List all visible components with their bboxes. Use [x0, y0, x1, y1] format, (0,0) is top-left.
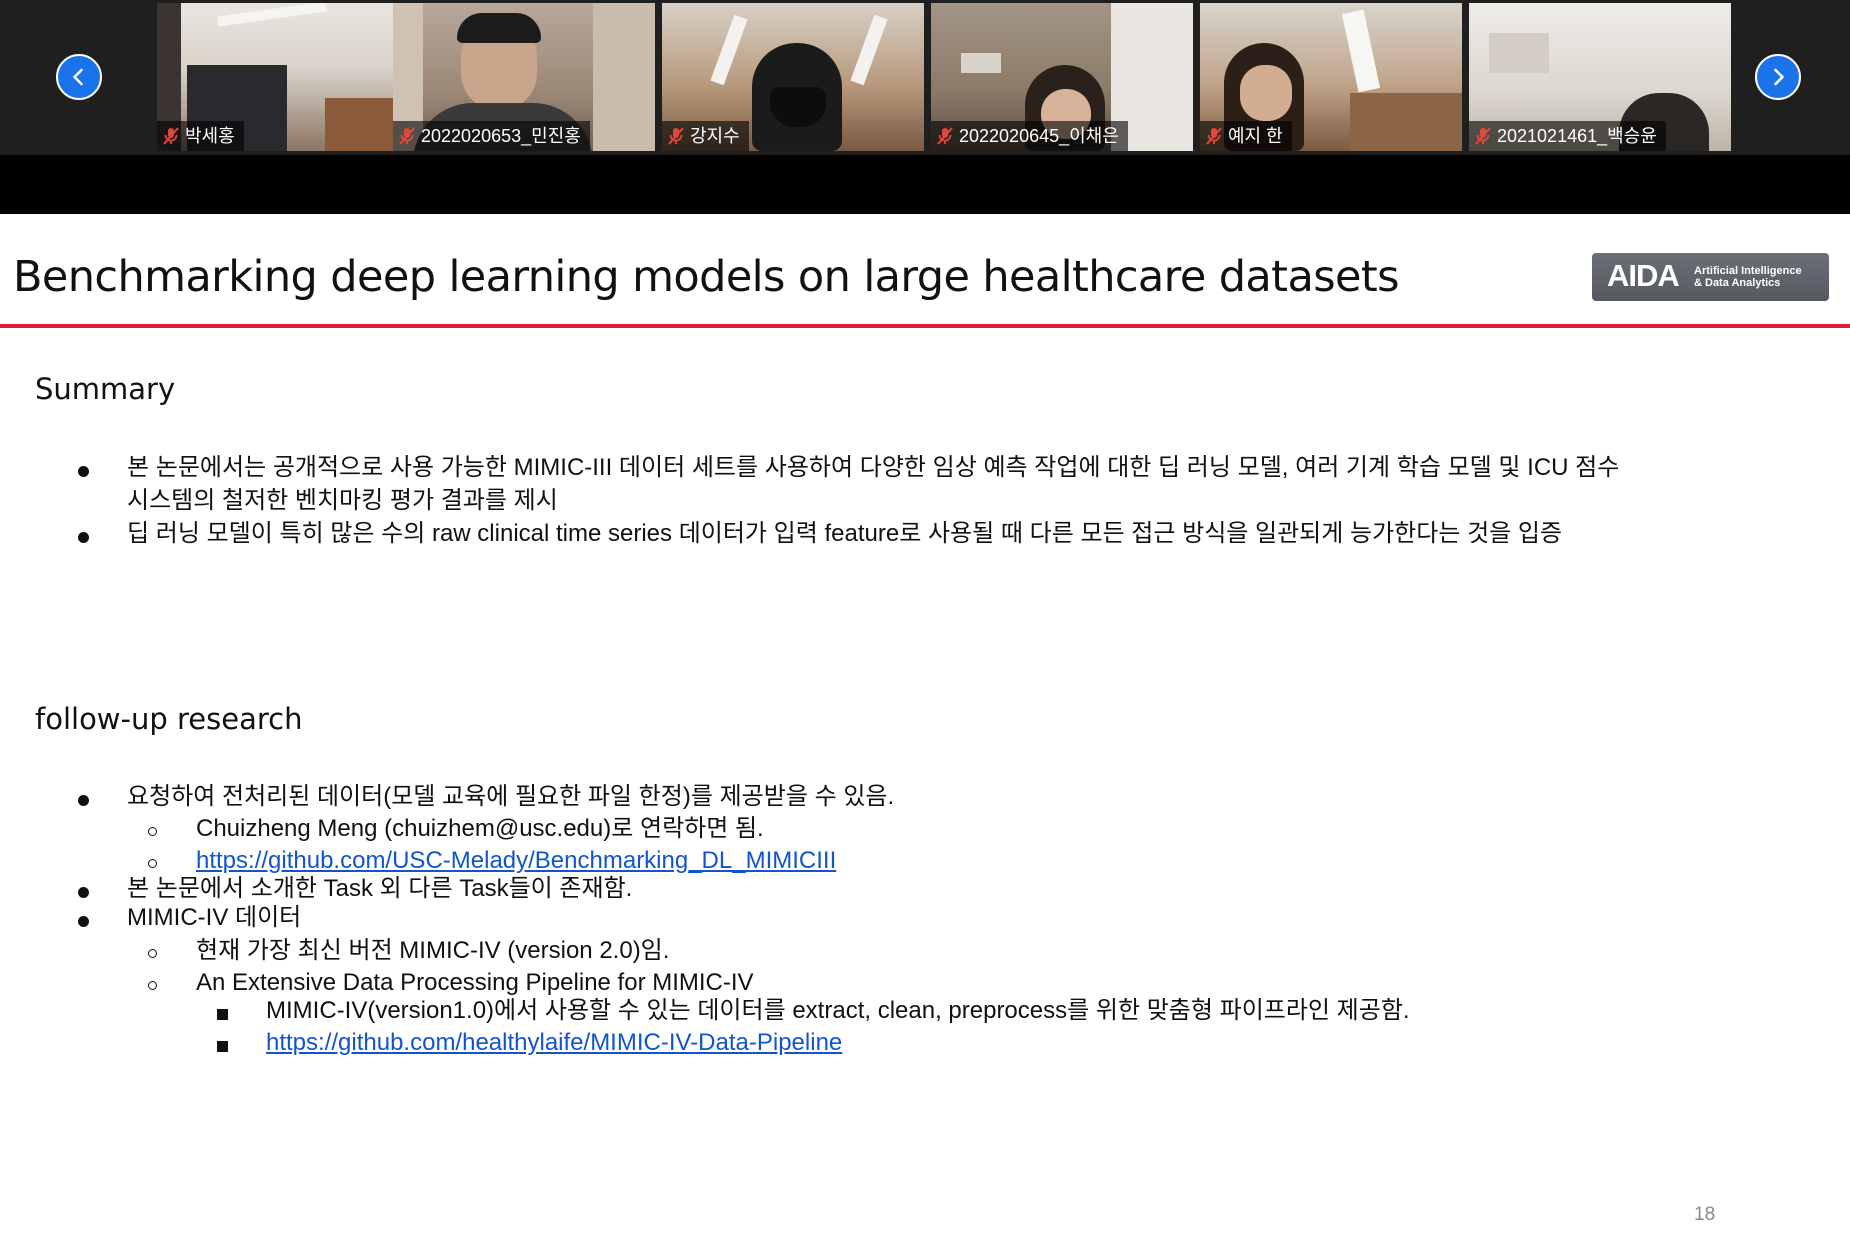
participant-tile[interactable]: 예지 한 [1200, 3, 1462, 151]
sub-bullet-circle [148, 949, 157, 958]
github-pipeline-link[interactable]: https://github.com/healthylaife/MIMIC-IV… [266, 1026, 842, 1059]
mic-muted-icon [163, 127, 179, 145]
bullet-dot [78, 887, 89, 898]
participant-name: 강지수 [690, 126, 740, 146]
mic-muted-icon [1206, 127, 1222, 145]
participant-name: 2022020645_이채은 [959, 126, 1119, 146]
summary-heading: Summary [35, 372, 176, 406]
participant-nametag: 2022020645_이채은 [931, 121, 1128, 151]
participant-tile[interactable]: 2022020653_민진홍 [393, 3, 655, 151]
logo-subtitle: Artificial Intelligence & Data Analytics [1694, 265, 1802, 289]
participant-name: 2021021461_백승윤 [1497, 126, 1657, 146]
participant-tile[interactable]: 강지수 [662, 3, 924, 151]
sub-bullet-circle [148, 859, 157, 868]
mic-muted-icon [399, 127, 415, 145]
bullet-text: 시스템의 철저한 벤치마킹 평가 결과를 제시 [127, 487, 558, 514]
followup-bullet-3: MIMIC-IV 데이터 [127, 904, 302, 931]
participant-name: 박세홍 [185, 126, 235, 146]
participant-tile[interactable]: 박세홍 [157, 3, 419, 151]
bullet-text: 본 논문에서는 공개적으로 사용 가능한 MIMIC-III 데이터 세트를 사… [127, 454, 1620, 481]
bullet-dot [78, 795, 89, 806]
participant-name: 예지 한 [1228, 126, 1283, 146]
followup-bullet-3-sub-2-item-1: MIMIC-IV(version1.0)에서 사용할 수 있는 데이터를 ext… [266, 997, 1410, 1024]
participant-nametag: 예지 한 [1200, 121, 1292, 151]
followup-bullet-1-sub-1: Chuizheng Meng (chuizhem@usc.edu)로 연락하면 … [196, 815, 764, 842]
participant-tile[interactable]: 2022020645_이채은 [931, 3, 1193, 151]
meeting-window: 박세홍 2022020653_민진홍 강지수 2022020645_이채은 예지… [0, 0, 1850, 1247]
title-divider [0, 324, 1850, 328]
slide-page-number: 18 [1694, 1204, 1716, 1225]
next-participants-button[interactable] [1755, 54, 1801, 100]
mic-muted-icon [937, 127, 953, 145]
bullet-dot [78, 466, 89, 477]
shared-slide: Benchmarking deep learning models on lar… [0, 214, 1850, 1247]
logo-wordmark: AIDA [1607, 258, 1680, 293]
participant-nametag: 강지수 [662, 121, 749, 151]
chevron-right-icon [1774, 68, 1784, 86]
sub-bullet-circle [148, 981, 157, 990]
participant-nametag: 2021021461_백승윤 [1469, 121, 1666, 151]
aida-logo: AIDA Artificial Intelligence & Data Anal… [1592, 253, 1829, 301]
summary-bullet-2: 딥 러닝 모델이 특히 많은 수의 raw clinical time seri… [127, 520, 1563, 547]
sub-sub-bullet-square [217, 1009, 228, 1020]
mic-muted-icon [1475, 127, 1491, 145]
bullet-dot [78, 916, 89, 927]
participant-strip: 박세홍 2022020653_민진홍 강지수 2022020645_이채은 예지… [0, 0, 1850, 155]
participant-nametag: 2022020653_민진홍 [393, 121, 590, 151]
participant-nametag: 박세홍 [157, 121, 244, 151]
previous-participants-button[interactable] [56, 54, 102, 100]
followup-heading: follow-up research [35, 702, 303, 736]
participant-tile[interactable]: 2021021461_백승윤 [1469, 3, 1731, 151]
mic-muted-icon [668, 127, 684, 145]
summary-bullet-1: 본 논문에서는 공개적으로 사용 가능한 MIMIC-III 데이터 세트를 사… [127, 451, 1619, 517]
bullet-dot [78, 532, 89, 543]
logo-subtitle-line: Artificial Intelligence [1694, 265, 1802, 277]
chevron-left-icon [73, 68, 83, 86]
slide-title: Benchmarking deep learning models on lar… [13, 252, 1400, 302]
participant-name: 2022020653_민진홍 [421, 126, 581, 146]
followup-bullet-3-sub-1: 현재 가장 최신 버전 MIMIC-IV (version 2.0)임. [196, 937, 670, 964]
logo-subtitle-line: & Data Analytics [1694, 277, 1781, 289]
sub-sub-bullet-square [217, 1041, 228, 1052]
followup-bullet-1: 요청하여 전처리된 데이터(모델 교육에 필요한 파일 한정)를 제공받을 수 … [127, 783, 895, 810]
sub-bullet-circle [148, 827, 157, 836]
